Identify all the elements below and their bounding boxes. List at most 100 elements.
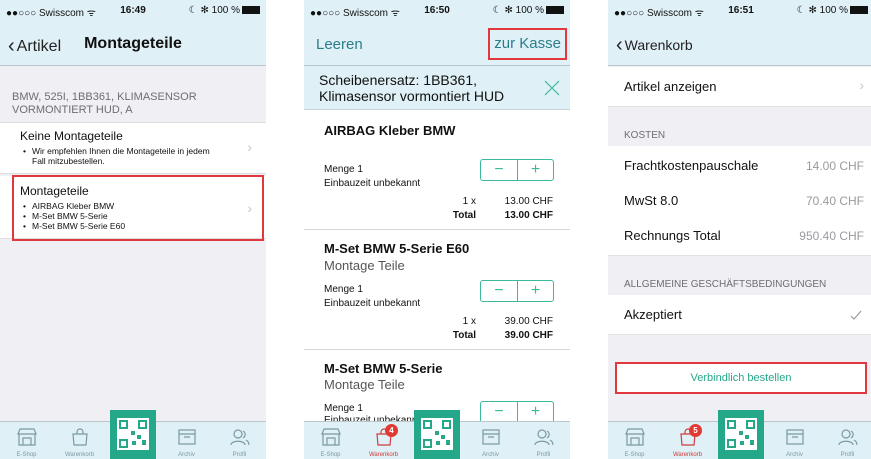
close-icon[interactable] [544, 80, 560, 96]
place-order-button[interactable]: Verbindlich bestellen [615, 362, 867, 394]
users-icon [533, 429, 554, 446]
quantity-stepper[interactable]: − + [480, 280, 554, 302]
qr-code-icon [421, 418, 453, 450]
tab-label: Archiv [482, 452, 499, 458]
option-no-parts[interactable]: Keine Montageteile Wir empfehlen Ihnen d… [0, 122, 266, 174]
option-title: Keine Montageteile [20, 129, 123, 143]
item-install-time: Einbauzeit unbekannt [324, 178, 421, 189]
tab-archive[interactable]: Archiv [160, 422, 213, 459]
nav-bar: ‹ Artikel Montageteile [0, 22, 266, 66]
tab-bar: E-Shop 4 Warenkorb Archiv Profil [304, 410, 570, 459]
increment-button[interactable]: + [517, 160, 553, 180]
tab-label: Warenkorb [672, 452, 703, 458]
quantity-stepper[interactable]: − + [480, 159, 554, 181]
qr-scan-button[interactable] [110, 410, 156, 459]
tab-label: Warenkorb [368, 452, 399, 458]
cost-value: 70.40 CHF [805, 194, 864, 208]
status-bar: ●●○○○ Swisscom ᯤ 16:49 ☾ ✻ 100 % [0, 0, 266, 22]
decrement-button[interactable]: − [481, 402, 517, 422]
archive-icon [785, 429, 804, 445]
page-title: Montageteile [84, 35, 182, 52]
item-unit-price: 13.00 CHF [504, 196, 553, 207]
costs-section-header: KOSTEN [624, 130, 666, 141]
shop-icon [16, 428, 37, 446]
tab-bar: E-Shop Warenkorb Archiv Profil [0, 410, 266, 459]
tab-cart[interactable]: 5 Warenkorb [661, 422, 714, 459]
decrement-button[interactable]: − [481, 281, 517, 301]
item-total: 13.00 CHF [504, 210, 553, 221]
checkmark-icon [850, 310, 862, 320]
tab-eshop[interactable]: E-Shop [304, 422, 357, 459]
item-qty-label: Menge 1 [324, 284, 363, 295]
cost-value: 950.40 CHF [799, 229, 864, 243]
battery-label: ☾ ✻ 100 % [188, 5, 240, 16]
battery-label: ☾ ✻ 100 % [492, 5, 544, 16]
status-bar: ●●○○○ Swisscom ᯤ 16:50 ☾ ✻ 100 % [304, 0, 570, 22]
screen-checkout: ●●○○○ Swisscom ᯤ 16:51 ☾ ✻ 100 % ‹ Warenk… [608, 0, 871, 459]
qr-code-icon [725, 418, 757, 450]
item-total-label: Total [452, 210, 476, 221]
tab-label: E-Shop [16, 452, 37, 458]
item-qty-label: Menge 1 [324, 403, 363, 414]
tab-cart[interactable]: Warenkorb [53, 422, 106, 459]
qr-scan-button[interactable] [718, 410, 764, 459]
tab-profile[interactable]: Profil [213, 422, 266, 459]
checkout-button[interactable]: zur Kasse [488, 28, 567, 60]
item-install-time: Einbauzeit unbekannt [324, 298, 421, 309]
qr-code-icon [117, 418, 149, 450]
increment-button[interactable]: + [517, 402, 553, 422]
qr-scan-button[interactable] [414, 410, 460, 459]
divider [304, 349, 570, 350]
back-button[interactable]: ‹ Warenkorb [616, 33, 693, 56]
shop-icon [624, 428, 645, 446]
item-total: 39.00 CHF [504, 330, 553, 341]
quantity-stepper[interactable]: − + [480, 401, 554, 423]
cart-badge: 4 [385, 424, 398, 437]
tab-cart[interactable]: 4 Warenkorb [357, 422, 410, 459]
screen-montageteile: ●●○○○ Swisscom ᯤ 16:49 ☾ ✻ 100 % ‹ Artike… [0, 0, 266, 459]
chevron-right-icon: › [247, 139, 252, 155]
chevron-right-icon: › [859, 77, 864, 93]
bag-icon [71, 428, 88, 446]
tab-bar: E-Shop 5 Warenkorb Archiv Profil [608, 410, 871, 459]
tab-label: E-Shop [624, 452, 645, 458]
show-items-row[interactable]: Artikel anzeigen › [608, 67, 871, 107]
tab-eshop[interactable]: E-Shop [0, 422, 53, 459]
tab-label: Archiv [786, 452, 803, 458]
decrement-button[interactable]: − [481, 160, 517, 180]
tab-archive[interactable]: Archiv [464, 422, 517, 459]
tab-label: Archiv [178, 452, 195, 458]
cost-label: MwSt 8.0 [624, 193, 679, 208]
terms-section-header: ALLGEMEINE GESCHÄFTSBEDINGUNGEN [624, 279, 827, 290]
users-icon [837, 429, 858, 446]
chevron-left-icon: ‹ [616, 34, 623, 56]
tab-archive[interactable]: Archiv [768, 422, 821, 459]
tab-label: Profil [232, 452, 247, 458]
item-total-label: Total [452, 330, 476, 341]
item-qty-label: Menge 1 [324, 164, 363, 175]
item-qty: 1 x [462, 316, 476, 327]
tab-profile[interactable]: Profil [517, 422, 570, 459]
tab-label: Warenkorb [64, 452, 95, 458]
clear-cart-button[interactable]: Leeren [316, 36, 363, 53]
battery-icon [546, 6, 564, 14]
battery-icon [850, 6, 868, 14]
divider [304, 229, 570, 230]
vehicle-description: Scheibenersatz: 1BB361, Klimasensor vorm… [319, 72, 505, 104]
nav-bar: Leeren zur Kasse [304, 22, 570, 66]
tab-eshop[interactable]: E-Shop [608, 422, 661, 459]
item-subtitle: Montage Teile [324, 377, 405, 392]
item-qty: 1 x [462, 196, 476, 207]
tab-label: Profil [536, 452, 551, 458]
increment-button[interactable]: + [517, 281, 553, 301]
back-label: Warenkorb [624, 37, 693, 53]
cost-label: Frachtkostenpauschale [624, 158, 759, 173]
list-item: Wir empfehlen Ihnen die Montageteile in … [20, 146, 220, 166]
users-icon [229, 429, 250, 446]
tab-label: E-Shop [320, 452, 341, 458]
tab-profile[interactable]: Profil [821, 422, 871, 459]
show-items-label: Artikel anzeigen [624, 79, 717, 94]
terms-accepted-row[interactable]: Akzeptiert [608, 295, 871, 335]
cart-header: Scheibenersatz: 1BB361, Klimasensor vorm… [304, 66, 570, 110]
item-title: AIRBAG Kleber BMW [324, 123, 456, 138]
